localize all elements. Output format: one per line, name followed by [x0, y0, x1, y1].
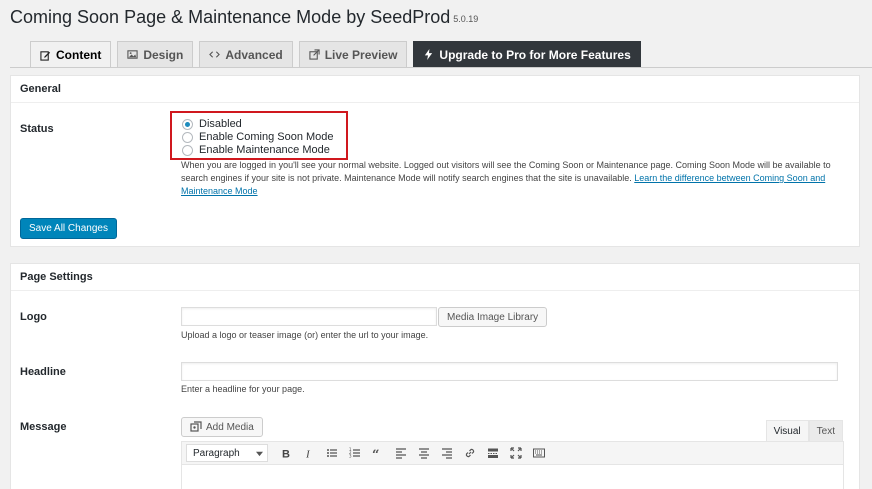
message-label: Message — [20, 421, 67, 433]
read-more-icon[interactable] — [481, 442, 504, 464]
radio-coming-soon[interactable]: Enable Coming Soon Mode — [182, 131, 334, 143]
version-label: 5.0.19 — [453, 14, 479, 24]
media-icon — [190, 421, 202, 432]
tab-visual[interactable]: Visual — [765, 420, 809, 441]
settings-tabs: Content Design Advanced Live Preview Upg… — [30, 41, 641, 68]
logo-input[interactable] — [181, 307, 437, 326]
headline-input[interactable] — [181, 362, 838, 381]
learn-difference-link-cont[interactable]: Maintenance Mode — [181, 186, 258, 196]
radio-maintenance-label: Enable Maintenance Mode — [199, 144, 330, 156]
tab-content[interactable]: Content — [30, 41, 112, 68]
add-media-button[interactable]: Add Media — [181, 417, 263, 437]
svg-text:I: I — [305, 449, 311, 460]
bold-icon[interactable]: B — [274, 442, 297, 464]
status-label: Status — [20, 123, 54, 135]
radio-disabled-label: Disabled — [199, 118, 242, 130]
align-right-icon[interactable] — [435, 442, 458, 464]
page-title: Coming Soon Page & Maintenance Mode by S… — [10, 7, 478, 28]
tabs-divider — [10, 67, 872, 68]
editor-toolbar: Paragraph B I 123 “ — [181, 441, 844, 465]
edit-icon — [40, 50, 51, 61]
align-center-icon[interactable] — [412, 442, 435, 464]
headline-label: Headline — [20, 366, 66, 378]
general-title: General — [11, 76, 859, 103]
tab-advanced[interactable]: Advanced — [199, 41, 293, 67]
external-link-icon — [309, 49, 320, 60]
radio-button[interactable] — [182, 144, 193, 156]
radio-disabled[interactable]: Disabled — [182, 118, 242, 130]
radio-maintenance[interactable]: Enable Maintenance Mode — [182, 144, 330, 156]
caret-down-icon — [256, 451, 263, 456]
svg-text:3: 3 — [349, 454, 352, 459]
tab-live-preview[interactable]: Live Preview — [298, 41, 408, 67]
format-select[interactable]: Paragraph — [186, 444, 268, 462]
message-editor-area[interactable] — [181, 465, 844, 489]
svg-text:“: “ — [372, 448, 379, 459]
logo-help: Upload a logo or teaser image (or) enter… — [181, 330, 429, 340]
radio-button[interactable] — [182, 131, 193, 143]
tab-content-label: Content — [56, 48, 102, 62]
desc-line1: When you are logged in you'll see your n… — [181, 160, 831, 170]
italic-icon[interactable]: I — [297, 442, 320, 464]
format-select-value: Paragraph — [193, 447, 240, 459]
tab-live-preview-label: Live Preview — [324, 47, 398, 62]
logo-label: Logo — [20, 311, 47, 323]
page-title-text: Coming Soon Page & Maintenance Mode by S… — [10, 7, 451, 27]
tab-design[interactable]: Design — [117, 41, 194, 67]
save-all-changes-button[interactable]: Save All Changes — [20, 218, 117, 239]
link-icon[interactable] — [458, 442, 481, 464]
desc-line2: search engines if your site is not priva… — [181, 173, 635, 183]
tab-upgrade-pro-label: Upgrade to Pro for More Features — [439, 47, 631, 62]
radio-coming-soon-label: Enable Coming Soon Mode — [199, 131, 334, 143]
general-panel: General Status Disabled Enable Coming So… — [10, 75, 860, 247]
toolbar-toggle-icon[interactable] — [527, 442, 550, 464]
status-description: When you are logged in you'll see your n… — [181, 159, 841, 198]
learn-difference-link[interactable]: Learn the difference between Coming Soon… — [634, 173, 825, 183]
tab-text[interactable]: Text — [808, 420, 843, 441]
tab-advanced-label: Advanced — [225, 47, 283, 62]
headline-help: Enter a headline for your page. — [181, 384, 305, 394]
svg-text:B: B — [282, 449, 290, 460]
numbered-list-icon[interactable]: 123 — [343, 442, 366, 464]
fullscreen-icon[interactable] — [504, 442, 527, 464]
media-image-library-button[interactable]: Media Image Library — [438, 307, 548, 327]
align-left-icon[interactable] — [389, 442, 412, 464]
bullet-list-icon[interactable] — [320, 442, 343, 464]
blockquote-icon[interactable]: “ — [366, 442, 389, 464]
page-settings-title: Page Settings — [11, 264, 859, 291]
radio-button-selected[interactable] — [182, 118, 193, 130]
tab-design-label: Design — [143, 47, 184, 62]
editor-mode-tabs: Visual Text — [765, 420, 843, 441]
tab-upgrade-pro[interactable]: Upgrade to Pro for More Features — [413, 41, 641, 67]
image-icon — [127, 50, 138, 59]
page-settings-panel: Page Settings Logo Media Image Library U… — [10, 263, 860, 489]
bolt-icon — [425, 49, 433, 60]
code-icon — [209, 51, 221, 58]
add-media-label: Add Media — [206, 421, 254, 433]
